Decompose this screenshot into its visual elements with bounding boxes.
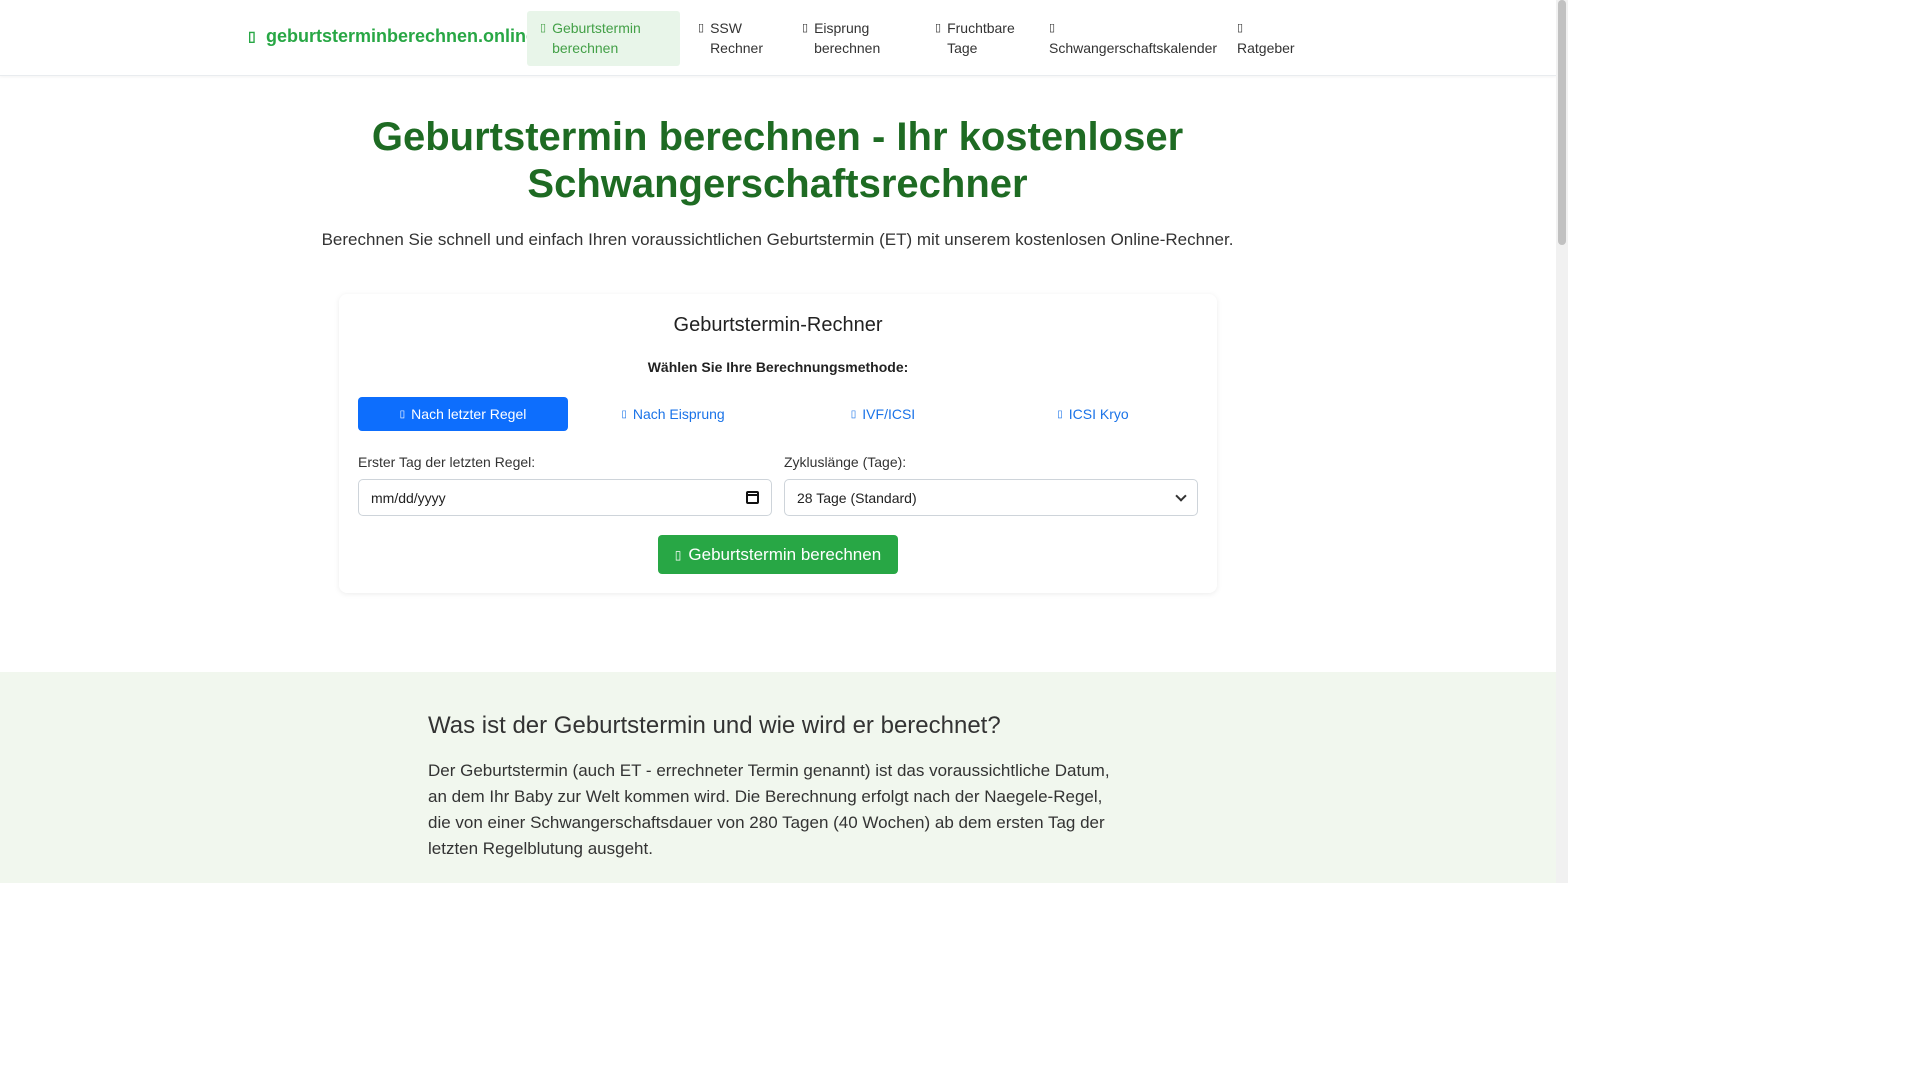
nav-label: SSW Rechner xyxy=(710,20,763,56)
method-label-text: ICSI Kryo xyxy=(1068,406,1129,422)
snowflake-icon: ▯ xyxy=(1057,408,1063,420)
nav-item-fruchtbare-tage[interactable]: ▯ Fruchtbare Tage xyxy=(922,11,1036,66)
method-tab-ivf-icsi[interactable]: ▯ IVF/ICSI xyxy=(778,397,988,431)
calculator-icon: ▯ xyxy=(674,547,682,562)
nav-label: Schwangerschaftskalender xyxy=(1049,40,1218,56)
nav-label: Eisprung berechnen xyxy=(814,20,881,56)
egg-icon: ▯ xyxy=(621,408,627,420)
baby-icon: ▯ xyxy=(248,28,256,44)
method-label-text: Nach Eisprung xyxy=(632,406,725,422)
calculate-button-label: Geburtstermin berechnen xyxy=(688,544,882,564)
main-nav: ▯ Geburtstermin berechnen ▯ SSW Rechner … xyxy=(527,11,1314,66)
calculator-title: Geburtstermin-Rechner xyxy=(673,314,883,336)
nav-item-geburtstermin[interactable]: ▯ Geburtstermin berechnen xyxy=(527,11,680,66)
date-placeholder: mm/dd/yyyy xyxy=(371,489,446,506)
site-header: ▯ geburtsterminberechnen.online ▯ Geburt… xyxy=(0,0,1556,76)
brand-logo[interactable]: ▯ geburtsterminberechnen.online xyxy=(248,26,536,47)
flask-icon: ▯ xyxy=(850,408,857,420)
nav-item-ssw-rechner[interactable]: ▯ SSW Rechner xyxy=(685,11,789,66)
chart-icon: ▯ xyxy=(698,22,705,34)
cycle-selected-value: 28 Tage (Standard) xyxy=(797,489,917,506)
calendar-picker-icon[interactable] xyxy=(746,491,759,504)
calculator-card: Geburtstermin-Rechner Wählen Sie Ihre Be… xyxy=(339,294,1217,593)
cycle-field-label: Zykluslänge (Tage): xyxy=(784,454,907,470)
nav-label: Fruchtbare Tage xyxy=(947,20,1015,56)
method-selector: ▯ Nach letzter Regel ▯ Nach Eisprung ▯ I… xyxy=(358,397,1198,431)
cycle-length-select[interactable]: 28 Tage (Standard) xyxy=(784,479,1198,516)
last-period-date-input[interactable]: mm/dd/yyyy xyxy=(358,479,772,516)
date-field-label: Erster Tag der letzten Regel: xyxy=(358,454,536,470)
egg-icon: ▯ xyxy=(802,22,809,34)
nav-item-eisprung[interactable]: ▯ Eisprung berechnen xyxy=(789,11,922,66)
nav-item-ratgeber[interactable]: ▯ Ratgeber xyxy=(1224,11,1314,66)
nav-label: Geburtstermin berechnen xyxy=(552,20,641,56)
chevron-down-icon xyxy=(1175,489,1187,502)
page-subtitle: Berechnen Sie schnell und einfach Ihren … xyxy=(321,230,1234,249)
method-tab-letzte-regel[interactable]: ▯ Nach letzter Regel xyxy=(358,397,568,431)
page-title-line2: Schwangerschaftsrechner xyxy=(527,162,1028,206)
method-label-text: Nach letzter Regel xyxy=(411,406,527,422)
method-label: Wählen Sie Ihre Berechnungsmethode: xyxy=(647,359,909,375)
calendar-icon: ▯ xyxy=(399,408,406,420)
nav-label: Ratgeber xyxy=(1237,40,1295,56)
calendar-icon: ▯ xyxy=(1049,22,1056,34)
calendar-icon: ▯ xyxy=(540,22,547,34)
method-label-text: IVF/ICSI xyxy=(862,406,916,422)
heart-icon: ▯ xyxy=(935,22,942,34)
scrollbar-thumb[interactable] xyxy=(1558,0,1566,245)
page-title: Geburtstermin berechnen - Ihr kostenlose… xyxy=(300,114,1255,208)
page-scrollbar[interactable] xyxy=(1556,0,1568,883)
nav-item-schwangerschaftskalender[interactable]: ▯ Schwangerschaftskalender xyxy=(1036,11,1224,66)
info-section: Was ist der Geburtstermin und wie wird e… xyxy=(0,672,1556,883)
info-heading: Was ist der Geburtstermin und wie wird e… xyxy=(428,712,1001,739)
page-title-line1: Geburtstermin berechnen - Ihr kostenlose… xyxy=(371,115,1184,159)
method-tab-eisprung[interactable]: ▯ Nach Eisprung xyxy=(568,397,778,431)
info-text: Der Geburtstermin (auch ET - errechneter… xyxy=(428,761,1110,858)
brand-name: geburtsterminberechnen.online xyxy=(266,26,537,46)
book-icon: ▯ xyxy=(1237,22,1244,34)
calculate-button[interactable]: ▯ Geburtstermin berechnen xyxy=(658,535,898,574)
method-tab-icsi-kryo[interactable]: ▯ ICSI Kryo xyxy=(988,397,1198,431)
